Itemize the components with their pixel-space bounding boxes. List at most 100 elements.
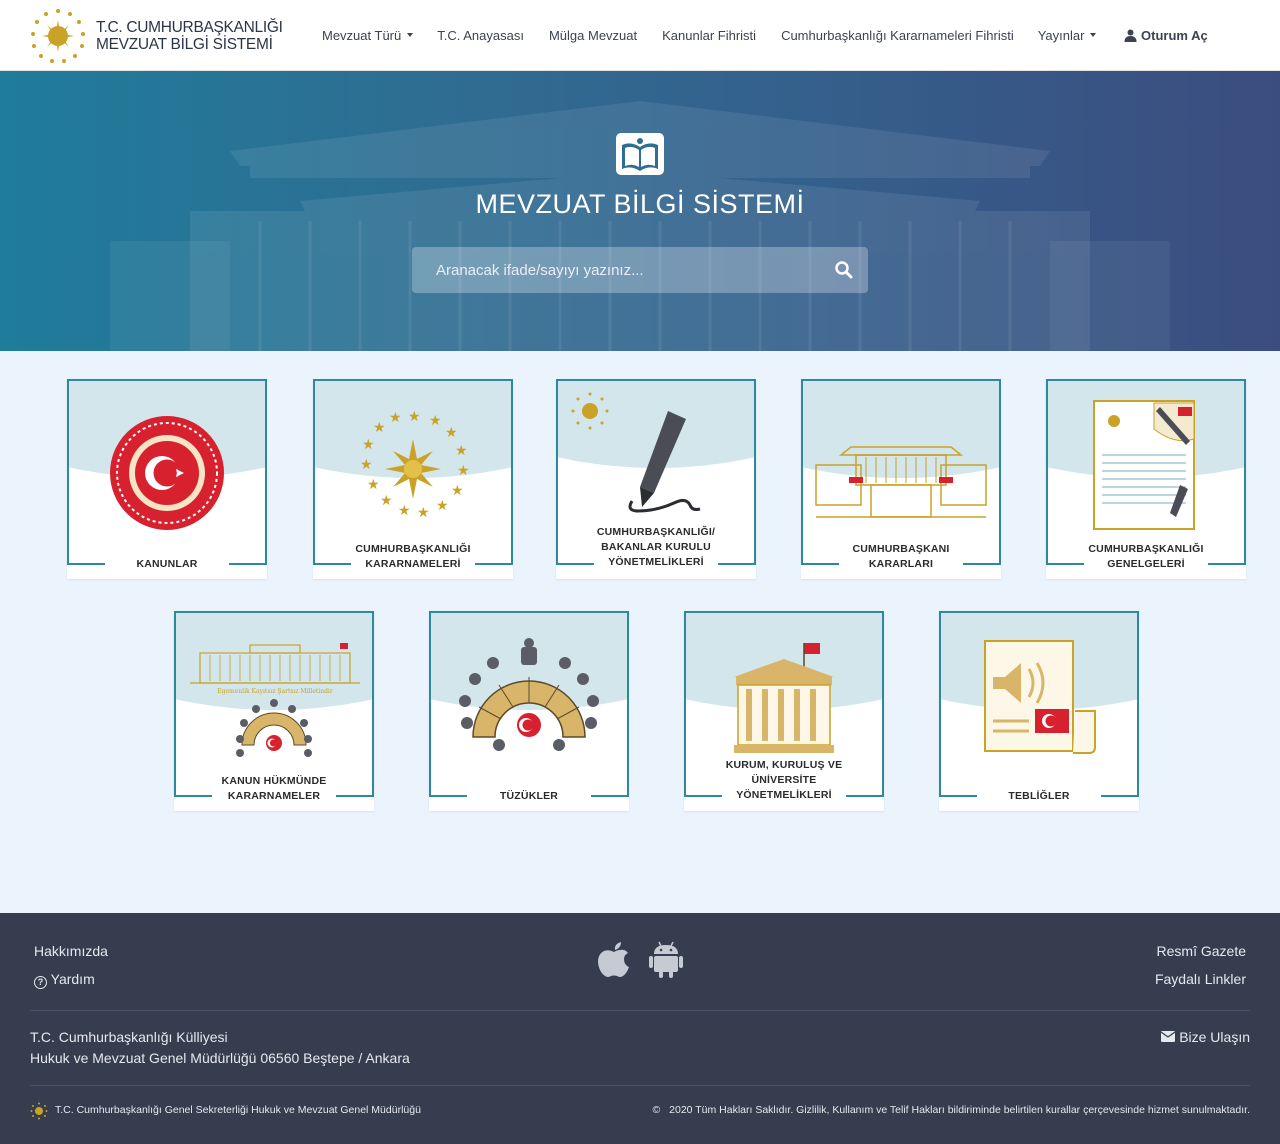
presidential-seal-icon: [31, 9, 85, 63]
svg-text:★: ★: [436, 498, 449, 514]
card-label-line: YÖNETMELİKLERİ: [608, 556, 704, 568]
card-label-line: BAKANLAR KURULU: [601, 541, 711, 553]
svg-text:★: ★: [362, 437, 375, 453]
login-label: Oturum Aç: [1141, 27, 1208, 43]
card-kurum-yonetmelikleri[interactable]: KURUM, KURULUŞ VE ÜNİVERSİTE YÖNETMELİKL…: [684, 611, 884, 811]
presidential-seal-small-icon: [571, 392, 609, 430]
card-label: CUMHURBAŞKANLIĞI/ BAKANLAR KURULU YÖNETM…: [556, 525, 756, 570]
card-label-line: KANUN HÜKMÜNDE: [221, 775, 327, 787]
svg-text:★: ★: [373, 420, 386, 436]
presidential-complex-icon: [815, 446, 987, 518]
footer-org-name: T.C. Cumhurbaşkanlığı Genel Sekreterliği…: [55, 1104, 421, 1116]
nav-label: Mevzuat Türü: [322, 27, 402, 43]
institution-building-icon: [734, 643, 834, 753]
footer-contact-link[interactable]: Bize Ulaşın: [1160, 1029, 1250, 1045]
assembly-hall-icon: [459, 638, 599, 751]
card-label-line: KURUM, KURULUŞ VE: [725, 759, 843, 771]
svg-text:★: ★: [389, 410, 402, 426]
nav-mevzuat-turu[interactable]: Mevzuat Türü: [322, 0, 414, 70]
card-label-line: ÜNİVERSİTE: [751, 774, 817, 786]
svg-text:★: ★: [445, 425, 458, 441]
search-bar: [412, 247, 868, 293]
nav-mulga-mevzuat[interactable]: Mülga Mevzuat: [549, 0, 637, 70]
nav-label: Yayınlar: [1037, 27, 1085, 43]
assembly-seats-icon: [236, 699, 312, 757]
footer-about-link[interactable]: Hakkımızda: [34, 943, 108, 959]
login-button[interactable]: Oturum Aç: [1124, 0, 1208, 70]
book-emblem-icon: [616, 133, 664, 175]
card-cb-yonetmelikleri[interactable]: CUMHURBAŞKANLIĞI/ BAKANLAR KURULU YÖNETM…: [556, 379, 756, 579]
footer-gazette-link[interactable]: Resmî Gazete: [1157, 943, 1246, 959]
navbar: T.C. CUMHURBAŞKANLIĞI MEVZUAT BİLGİ SİST…: [0, 0, 1280, 71]
card-label: CUMHURBAŞKANI KARARLARI: [801, 542, 1001, 572]
presidential-seal-icon: [30, 1102, 48, 1120]
announcement-document-icon: [984, 640, 1096, 754]
nav-label: T.C. Anayasası: [437, 27, 524, 43]
hero-banner: MEVZUAT BİLGİ SİSTEMİ: [0, 71, 1280, 351]
card-label-line: CUMHURBAŞKANLIĞI/: [596, 526, 716, 538]
footer-divider: [30, 1085, 1250, 1086]
footer-contact-label: Bize Ulaşın: [1179, 1029, 1250, 1045]
nav-label: Kanunlar Fihristi: [662, 27, 757, 43]
footer-address-line1: T.C. Cumhurbaşkanlığı Külliyesi: [30, 1029, 228, 1045]
card-label-line: CUMHURBAŞKANLIĞI: [1088, 543, 1204, 555]
svg-text:★: ★: [417, 505, 430, 521]
nav-kanunlar-fihristi[interactable]: Kanunlar Fihristi: [662, 0, 756, 70]
svg-text:★: ★: [408, 409, 421, 425]
card-label-line: YÖNETMELİKLERİ: [736, 789, 832, 801]
card-cb-genelgeleri[interactable]: CUMHURBAŞKANLIĞI GENELGELERİ: [1046, 379, 1246, 579]
card-tuzukler[interactable]: TÜZÜKLER: [429, 611, 629, 811]
parliament-building-icon: Egemenlik Kayıtsız Şartsız Milletindir: [190, 643, 360, 695]
nav-label: Mülga Mevzuat: [548, 27, 638, 43]
nav-kararnameler-fihristi[interactable]: Cumhurbaşkanlığı Kararnameleri Fihristi: [781, 0, 1014, 70]
main-nav: Mevzuat Türü T.C. Anayasası Mülga Mevzua…: [322, 0, 1097, 70]
footer-help-label: Yardım: [50, 971, 95, 987]
nav-yayinlar[interactable]: Yayınlar: [1038, 0, 1097, 70]
footer-help-link[interactable]: ? Yardım: [34, 971, 95, 989]
card-khk[interactable]: Egemenlik Kayıtsız Şartsız Milletindir K…: [174, 611, 374, 811]
card-label-line: KARARNAMELERİ: [365, 558, 461, 570]
svg-text:★: ★: [457, 463, 470, 479]
search-input[interactable]: [412, 247, 812, 293]
chevron-down-icon: [1090, 33, 1097, 37]
android-icon[interactable]: [649, 940, 683, 978]
card-label-line: CUMHURBAŞKANI: [852, 543, 950, 555]
svg-text:★: ★: [451, 483, 464, 499]
card-label-line: KARARLARI: [868, 558, 934, 570]
motto-text: Egemenlik Kayıtsız Şartsız Milletindir: [217, 688, 333, 695]
footer-useful-links[interactable]: Faydalı Linkler: [1155, 971, 1246, 987]
footer-copyright: © 2020 Tüm Hakları Saklıdır. Gizlilik, K…: [652, 1104, 1250, 1116]
card-label: CUMHURBAŞKANLIĞI KARARNAMELERİ: [313, 542, 513, 572]
search-icon[interactable]: [834, 260, 854, 280]
footer-copyright-text: 2020 Tüm Hakları Saklıdır. Gizlilik, Kul…: [669, 1104, 1250, 1116]
card-label-line: CUMHURBAŞKANLIĞI: [355, 543, 471, 555]
brand-text: T.C. CUMHURBAŞKANLIĞI MEVZUAT BİLGİ SİST…: [96, 19, 283, 53]
user-icon: [1124, 29, 1137, 42]
help-icon: ?: [34, 976, 47, 989]
card-label-line: GENELGELERİ: [1107, 558, 1185, 570]
svg-text:★: ★: [455, 443, 468, 459]
card-kanunlar[interactable]: KANUNLAR: [67, 379, 267, 579]
document-pen-icon: [1093, 400, 1195, 530]
footer-address-line2: Hukuk ve Mevzuat Genel Müdürlüğü 06560 B…: [30, 1050, 410, 1066]
card-label: KURUM, KURULUŞ VE ÜNİVERSİTE YÖNETMELİKL…: [684, 758, 884, 803]
presidential-star-emblem-icon: ★ ★★★ ★★★★ ★★★★ ★★★: [360, 409, 470, 521]
svg-text:★: ★: [398, 503, 411, 519]
card-label: TEBLİĞLER: [1008, 790, 1070, 802]
card-cb-kararlari[interactable]: CUMHURBAŞKANI KARARLARI: [801, 379, 1001, 579]
tbmm-emblem-icon: [110, 416, 224, 530]
card-label: TÜZÜKLER: [499, 790, 559, 802]
card-label: KANUNLAR: [136, 558, 198, 570]
svg-text:★: ★: [360, 457, 373, 473]
brand-subtitle: MEVZUAT BİLGİ SİSTEMİ: [96, 36, 273, 53]
card-cb-kararnameleri[interactable]: ★ ★ ★ ★ ★ ★ ★ ★ ★ ★ ★ ★ ★ ★ ★ CUMHURBAŞKANLIĞI KARA…: [313, 379, 513, 579]
brand[interactable]: T.C. CUMHURBAŞKANLIĞI MEVZUAT BİLGİ SİST…: [30, 8, 283, 64]
card-tebligler[interactable]: TEBLİĞLER: [939, 611, 1139, 811]
hero-title: MEVZUAT BİLGİ SİSTEMİ: [475, 189, 805, 219]
card-label: CUMHURBAŞKANLIĞI GENELGELERİ: [1046, 542, 1246, 572]
apple-icon[interactable]: [597, 940, 631, 978]
svg-text:★: ★: [429, 413, 442, 429]
nav-anayasa[interactable]: T.C. Anayasası: [437, 0, 524, 70]
footer: Hakkımızda ? Yardım Resmî Gazete Faydalı…: [0, 913, 1280, 1144]
chevron-down-icon: [407, 33, 414, 37]
